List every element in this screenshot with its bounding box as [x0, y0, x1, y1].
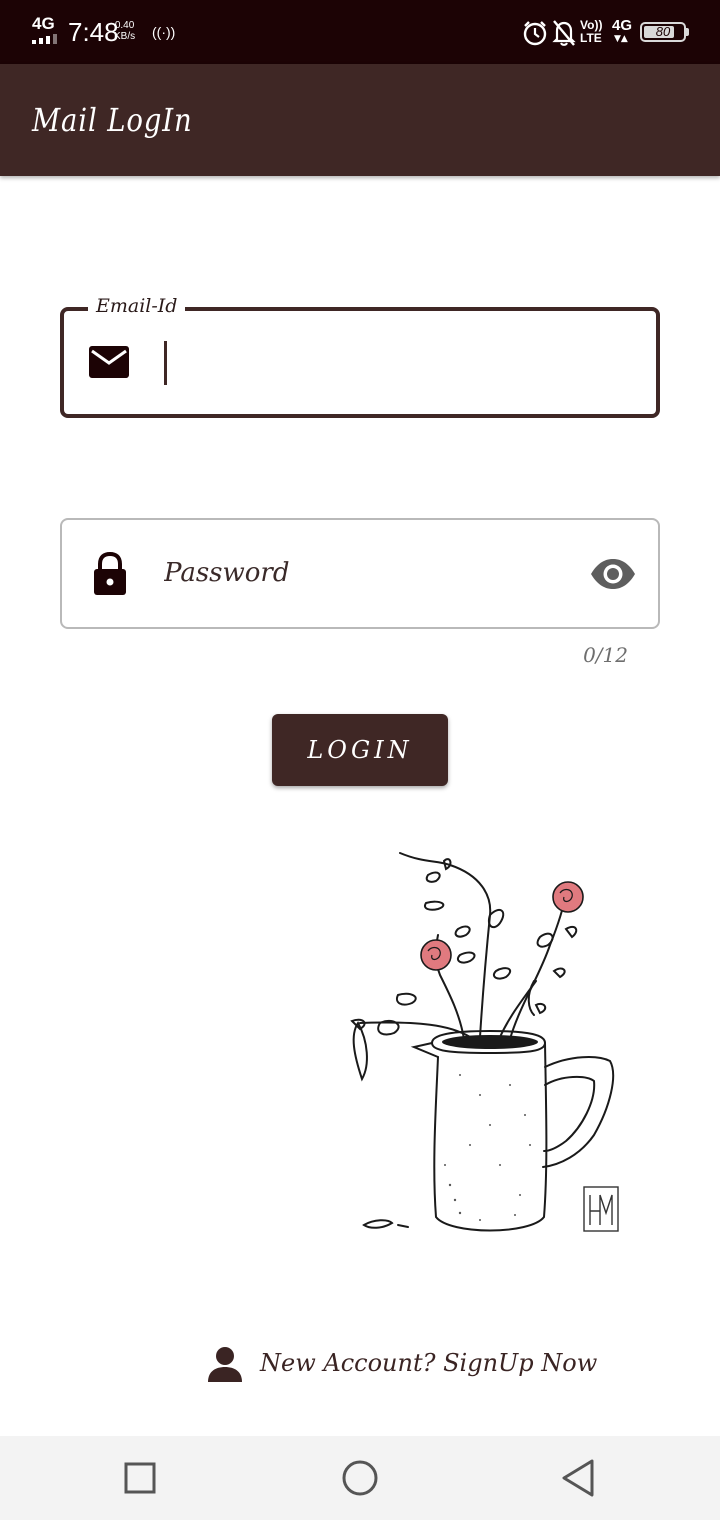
speed-value: 0.40	[114, 20, 135, 31]
mail-icon	[89, 346, 129, 378]
password-input[interactable]	[164, 548, 564, 598]
square-icon[interactable]	[120, 1458, 160, 1498]
text-cursor	[164, 341, 167, 385]
status-bar: 4G 7:48 0.40 KB/s ((·)) Vo)) LTE 4G ▼▲ 8…	[0, 0, 720, 64]
lock-icon	[94, 552, 126, 595]
email-label: Email-Id	[88, 293, 186, 319]
login-button[interactable]: LOGIN	[272, 714, 448, 786]
email-field[interactable]: Email-Id	[60, 293, 660, 418]
circle-icon[interactable]	[340, 1458, 380, 1498]
hotspot-icon: ((·))	[152, 24, 176, 40]
data-arrows-icon: ▼▲	[614, 34, 628, 44]
signup-label: New Account? SignUp Now	[260, 1349, 598, 1377]
network-speed: 0.40 KB/s	[114, 20, 135, 42]
battery-level: 80	[655, 24, 671, 39]
bell-off-icon	[552, 20, 576, 46]
network-label: 4G	[32, 14, 55, 33]
flower-vase-illustration	[350, 852, 619, 1232]
network-type: 4G	[612, 17, 633, 34]
volte-indicator: Vo)) LTE	[580, 19, 602, 45]
system-nav-bar	[0, 1436, 720, 1520]
signal-icon	[32, 34, 60, 44]
person-icon	[208, 1347, 242, 1382]
battery-tip	[686, 28, 689, 36]
app-bar: Mail LogIn	[0, 64, 720, 176]
battery-icon: 80	[640, 22, 686, 42]
triangle-back-icon[interactable]	[558, 1458, 598, 1498]
app-title: Mail LogIn	[32, 101, 193, 139]
password-char-counter: 0/12	[583, 643, 628, 667]
clock: 7:48	[68, 17, 119, 47]
eye-icon[interactable]	[590, 558, 636, 590]
speed-unit: KB/s	[114, 31, 136, 42]
email-input[interactable]	[170, 337, 630, 387]
alarm-icon	[523, 21, 547, 46]
volte-line2: LTE	[580, 31, 602, 45]
password-field[interactable]	[60, 518, 660, 629]
